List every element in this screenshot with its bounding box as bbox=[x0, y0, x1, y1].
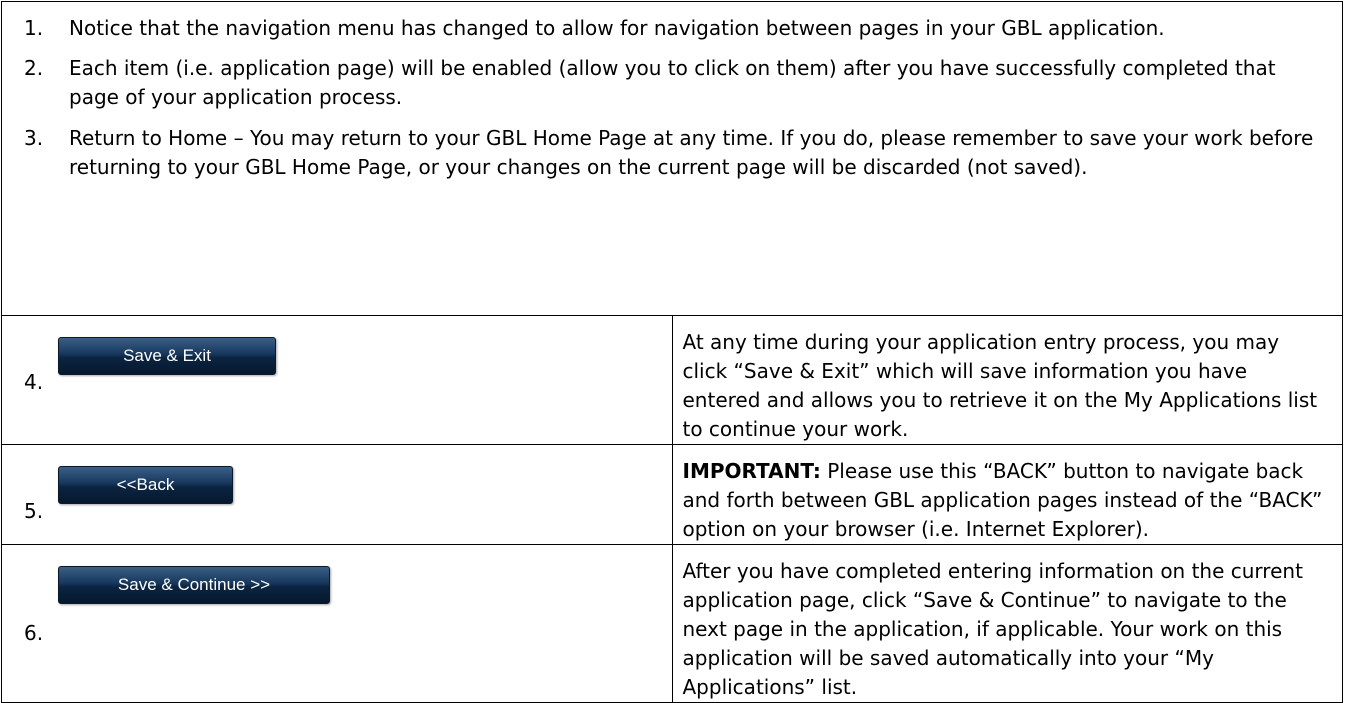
button-cell: Save & Continue >> 6. bbox=[1, 544, 673, 703]
save-exit-button[interactable]: Save & Exit bbox=[58, 337, 276, 375]
table-row: Save & Exit 4. At any time during your a… bbox=[1, 315, 1343, 445]
list-item-number: 3. bbox=[24, 126, 44, 150]
list-item-text: Notice that the navigation menu has chan… bbox=[69, 16, 1165, 40]
description-cell: IMPORTANT: Please use this “BACK” button… bbox=[671, 444, 1343, 545]
table-row: Save & Continue >> 6. After you have com… bbox=[1, 544, 1343, 703]
back-button[interactable]: <<Back bbox=[58, 466, 233, 504]
description-text: At any time during your application entr… bbox=[682, 330, 1318, 441]
save-continue-button[interactable]: Save & Continue >> bbox=[58, 566, 330, 604]
intro-list-row: 1. Notice that the navigation menu has c… bbox=[1, 1, 1343, 316]
instruction-list: 1. Notice that the navigation menu has c… bbox=[2, 14, 1342, 182]
button-cell: Save & Exit 4. bbox=[1, 315, 673, 445]
list-item-number: 2. bbox=[24, 56, 44, 80]
intro-list-cell: 1. Notice that the navigation menu has c… bbox=[1, 1, 1343, 316]
description-text: IMPORTANT: Please use this “BACK” button… bbox=[673, 445, 1343, 544]
important-label: IMPORTANT: bbox=[682, 459, 821, 483]
row-number: 6. bbox=[24, 621, 44, 645]
list-item-number: 1. bbox=[24, 16, 44, 40]
list-item: 1. Notice that the navigation menu has c… bbox=[2, 14, 1342, 43]
list-item-text: Each item (i.e. application page) will b… bbox=[69, 56, 1276, 109]
row-number: 4. bbox=[24, 370, 44, 394]
row-number: 5. bbox=[24, 499, 44, 523]
instructions-table: 1. Notice that the navigation menu has c… bbox=[1, 1, 1343, 703]
description-cell: After you have completed entering inform… bbox=[671, 544, 1343, 703]
list-item: 3. Return to Home – You may return to yo… bbox=[2, 124, 1342, 182]
list-item: 2. Each item (i.e. application page) wil… bbox=[2, 54, 1342, 112]
button-cell: <<Back 5. bbox=[1, 444, 673, 545]
table-row: <<Back 5. IMPORTANT: Please use this “BA… bbox=[1, 444, 1343, 545]
description-text: After you have completed entering inform… bbox=[682, 559, 1303, 699]
description-cell: At any time during your application entr… bbox=[671, 315, 1343, 445]
list-item-text: Return to Home – You may return to your … bbox=[69, 126, 1314, 179]
